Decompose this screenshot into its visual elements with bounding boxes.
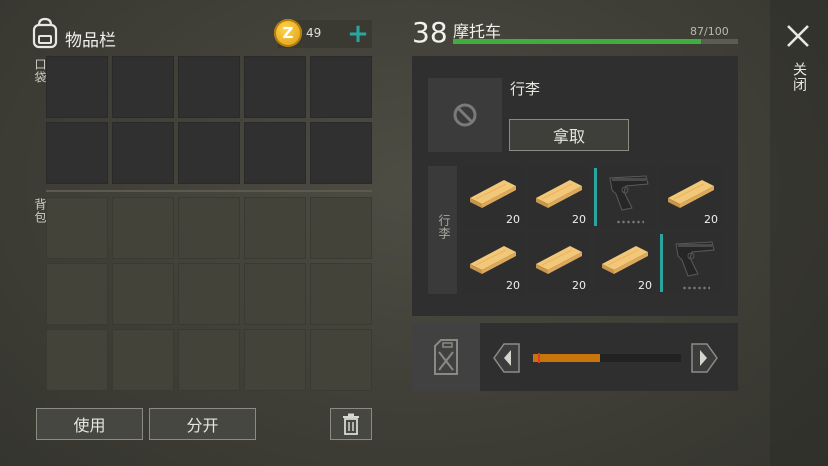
item-count: 20 xyxy=(572,279,586,292)
arrow-left-icon xyxy=(493,343,520,373)
add-coins-button[interactable]: + xyxy=(346,20,370,48)
inventory-title: 物品栏 xyxy=(65,31,116,51)
inventory-slot[interactable] xyxy=(46,197,108,259)
inventory-slot[interactable] xyxy=(310,197,372,259)
loot-slot[interactable]: 20 xyxy=(528,166,590,228)
loot-slot[interactable]: 20 xyxy=(528,232,590,294)
item-count: 20 xyxy=(506,279,520,292)
trash-button[interactable] xyxy=(330,408,372,440)
fuel-decrease-button[interactable] xyxy=(492,342,520,374)
inventory-slot[interactable] xyxy=(112,329,174,391)
durability-fill xyxy=(453,39,701,44)
coin-counter: Z 49 + xyxy=(274,19,372,48)
inventory-slot[interactable] xyxy=(244,263,306,325)
inventory-slot[interactable] xyxy=(46,122,108,184)
inventory-slot[interactable] xyxy=(310,56,372,118)
inventory-slot[interactable] xyxy=(178,197,240,259)
luggage-side-label: 行李 xyxy=(437,214,451,240)
jerry-can-icon xyxy=(434,339,458,375)
loot-slot[interactable] xyxy=(594,166,656,228)
luggage-slot[interactable] xyxy=(428,78,502,152)
inventory-slot[interactable] xyxy=(112,56,174,118)
close-label[interactable]: 关闭 xyxy=(789,62,809,92)
durability-indicator xyxy=(594,168,597,226)
inventory-slot[interactable] xyxy=(112,197,174,259)
wood-plank-icon xyxy=(664,172,718,216)
inventory-slot[interactable] xyxy=(46,263,108,325)
close-button[interactable] xyxy=(784,22,812,50)
inventory-slot[interactable] xyxy=(244,56,306,118)
use-button[interactable]: 使用 xyxy=(36,408,143,440)
ammo-dots xyxy=(616,220,644,224)
coin-icon: Z xyxy=(274,19,302,47)
wood-plank-icon xyxy=(466,238,520,282)
close-icon xyxy=(787,25,809,47)
vehicle-level: 38 xyxy=(412,16,448,49)
loot-slot[interactable]: 20 xyxy=(462,166,524,228)
loot-slot[interactable]: 20 xyxy=(594,232,656,294)
inventory-slot[interactable] xyxy=(310,122,372,184)
loot-slot[interactable]: 20 xyxy=(660,166,722,228)
inventory-slot[interactable] xyxy=(244,122,306,184)
item-count: 20 xyxy=(572,213,586,226)
fuel-slot xyxy=(412,323,480,391)
arrow-right-icon xyxy=(691,343,718,373)
loot-slot[interactable] xyxy=(660,232,722,294)
loot-slot[interactable]: 20 xyxy=(462,232,524,294)
inventory-slot[interactable] xyxy=(178,329,240,391)
item-count: 20 xyxy=(506,213,520,226)
take-button[interactable]: 拿取 xyxy=(509,119,629,151)
inventory-slot[interactable] xyxy=(178,56,240,118)
wood-plank-icon xyxy=(532,172,586,216)
inventory-slot[interactable] xyxy=(178,122,240,184)
fuel-increase-button[interactable] xyxy=(691,342,719,374)
split-button[interactable]: 分开 xyxy=(149,408,256,440)
ammo-dots xyxy=(682,286,710,290)
fuel-slider-fill xyxy=(533,354,600,362)
wood-plank-icon xyxy=(532,238,586,282)
inventory-slot[interactable] xyxy=(46,329,108,391)
durability-indicator xyxy=(660,234,663,292)
item-count: 20 xyxy=(638,279,652,292)
durability-bar xyxy=(453,39,738,44)
inventory-slot[interactable] xyxy=(310,329,372,391)
item-count: 20 xyxy=(704,213,718,226)
inventory-slot[interactable] xyxy=(112,263,174,325)
no-item-icon xyxy=(453,103,477,127)
inventory-slot[interactable] xyxy=(112,122,174,184)
luggage-side-tab: 行李 xyxy=(428,166,457,294)
fuel-slider-marker xyxy=(538,353,540,363)
inventory-slot[interactable] xyxy=(244,197,306,259)
wood-plank-icon xyxy=(466,172,520,216)
trash-icon xyxy=(343,413,359,435)
luggage-title: 行李 xyxy=(510,80,541,98)
coin-count: 49 xyxy=(306,26,322,40)
section-divider xyxy=(46,190,372,192)
backpack-icon xyxy=(30,17,60,49)
pistol-icon xyxy=(670,236,718,284)
inventory-slot[interactable] xyxy=(244,329,306,391)
inventory-slot[interactable] xyxy=(178,263,240,325)
wood-plank-icon xyxy=(598,238,652,282)
durability-text: 87/100 xyxy=(690,25,729,38)
pistol-icon xyxy=(604,170,652,218)
inventory-slot[interactable] xyxy=(46,56,108,118)
fuel-slider[interactable] xyxy=(533,353,681,363)
inventory-slot[interactable] xyxy=(310,263,372,325)
